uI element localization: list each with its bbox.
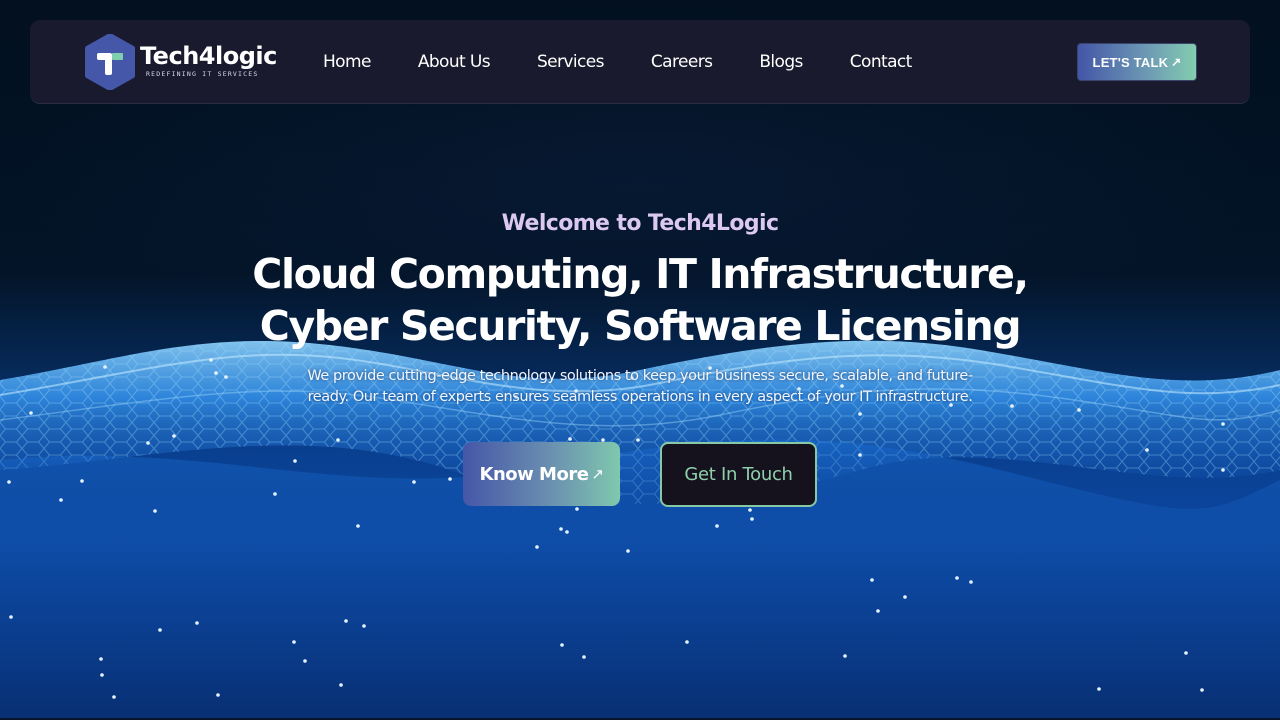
light-dot <box>750 517 754 521</box>
light-dot <box>715 524 719 528</box>
nav-link-about-us[interactable]: About Us <box>418 50 491 74</box>
light-dot <box>100 673 104 677</box>
light-dot <box>112 695 116 699</box>
light-dot <box>969 580 973 584</box>
nav-menu: Home About Us Services Careers Blogs Con… <box>323 50 959 74</box>
digital-wave-illustration <box>0 340 1280 720</box>
light-dot <box>636 438 640 442</box>
light-dot <box>858 412 862 416</box>
light-dot <box>9 615 13 619</box>
get-in-touch-label: Get In Touch <box>684 464 793 485</box>
hero-headline-line-2: Cyber Security, Software Licensing <box>259 302 1022 350</box>
light-dot <box>362 624 366 628</box>
light-dot <box>80 479 84 483</box>
light-dot <box>565 530 569 534</box>
light-dot <box>955 576 959 580</box>
light-dot <box>1077 408 1081 412</box>
light-dot <box>858 453 862 457</box>
hero-headline-line-1: Cloud Computing, IT Infrastructure, <box>252 250 1029 298</box>
navbar: Tech4logic REDEFINING IT SERVICES Home A… <box>30 20 1250 104</box>
light-dot <box>303 659 307 663</box>
light-dot <box>626 549 630 553</box>
light-dot <box>876 609 880 613</box>
light-dot <box>59 498 63 502</box>
light-dot <box>146 441 150 445</box>
light-dot <box>293 459 297 463</box>
light-dot <box>412 480 416 484</box>
light-dot <box>685 640 689 644</box>
know-more-label: Know More <box>479 463 589 485</box>
hero-headline: Cloud Computing, IT Infrastructure, Cybe… <box>0 248 1280 352</box>
light-dot <box>903 595 907 599</box>
light-dot <box>195 621 199 625</box>
light-dot <box>29 411 33 415</box>
nav-link-careers[interactable]: Careers <box>651 50 713 74</box>
arrow-up-right-icon: ↗ <box>1171 55 1182 69</box>
know-more-button[interactable]: Know More ↗ <box>463 442 620 506</box>
hero-background-image <box>0 0 1280 720</box>
hero-description-line-2: ready. Our team of experts ensures seaml… <box>307 389 973 405</box>
light-dot <box>1221 468 1225 472</box>
light-dot <box>339 683 343 687</box>
light-dot <box>870 578 874 582</box>
light-dot <box>448 477 452 481</box>
light-dot <box>1221 422 1225 426</box>
light-dot <box>209 358 213 362</box>
get-in-touch-button[interactable]: Get In Touch <box>660 442 817 507</box>
nav-link-contact[interactable]: Contact <box>850 50 913 74</box>
hexagon-t-logo-icon <box>85 34 135 90</box>
light-dot <box>344 619 348 623</box>
light-dot <box>336 438 340 442</box>
brand-tagline: REDEFINING IT SERVICES <box>146 70 259 78</box>
light-dot <box>224 375 228 379</box>
light-dot <box>748 508 752 512</box>
hero-description: We provide cutting-edge technology solut… <box>240 366 1040 408</box>
light-dot <box>582 655 586 659</box>
brand-name: Tech4logic <box>140 42 277 70</box>
light-dot <box>103 365 107 369</box>
light-dot <box>1145 448 1149 452</box>
hero-description-line-1: We provide cutting-edge technology solut… <box>307 368 973 384</box>
light-dot <box>172 434 176 438</box>
light-dot <box>1184 651 1188 655</box>
light-dot <box>214 371 218 375</box>
light-dot <box>1200 688 1204 692</box>
nav-link-services[interactable]: Services <box>537 50 604 74</box>
light-dot <box>153 509 157 513</box>
light-dot <box>575 507 579 511</box>
light-dot <box>273 492 277 496</box>
light-dot <box>158 628 162 632</box>
light-dot <box>535 545 539 549</box>
lets-talk-button[interactable]: LET'S TALK ↗ <box>1077 43 1197 81</box>
light-dot <box>99 657 103 661</box>
nav-link-blogs[interactable]: Blogs <box>759 50 803 74</box>
lets-talk-label: LET'S TALK <box>1092 54 1169 70</box>
light-dot <box>216 693 220 697</box>
light-dot <box>356 524 360 528</box>
light-dot <box>568 437 572 441</box>
logo[interactable]: Tech4logic REDEFINING IT SERVICES <box>85 34 277 90</box>
light-dot <box>559 527 563 531</box>
hero-eyebrow: Welcome to Tech4Logic <box>501 211 779 236</box>
light-dot <box>7 480 11 484</box>
light-dot <box>1097 687 1101 691</box>
light-dot <box>560 643 564 647</box>
arrow-up-right-icon: ↗ <box>591 465 604 483</box>
light-dot <box>843 654 847 658</box>
nav-link-home[interactable]: Home <box>323 50 371 74</box>
